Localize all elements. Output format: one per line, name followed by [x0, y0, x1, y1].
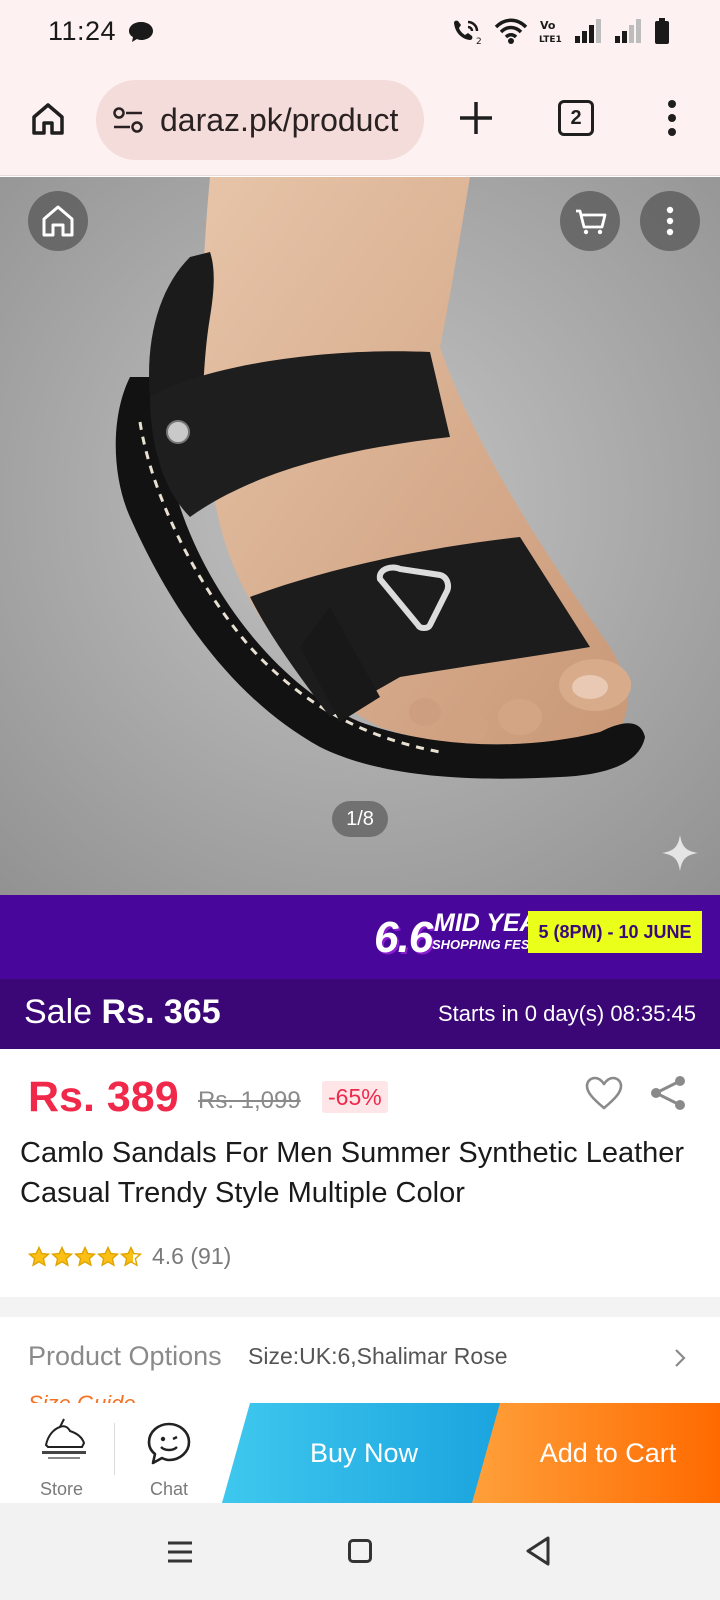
store-label[interactable]: Store — [40, 1479, 83, 1500]
battery-icon — [655, 18, 669, 44]
store-logo-icon[interactable] — [38, 1415, 90, 1463]
rating-value: 4.6 — [152, 1243, 184, 1269]
sale-label: Sale Rs. 365 — [24, 993, 221, 1032]
volte-icon: Vo LTE1 — [539, 19, 562, 45]
options-value: Size:UK:6,Shalimar Rose — [248, 1343, 508, 1369]
status-bar: 11:24 2 Vo LTE1 — [0, 0, 720, 64]
buy-now-button[interactable]: Buy Now — [222, 1403, 506, 1503]
plus-icon[interactable] — [456, 98, 496, 138]
current-price: Rs. 389 — [28, 1073, 179, 1121]
divider — [114, 1423, 115, 1475]
wifi-call-icon: 2 — [454, 20, 482, 45]
product-info: Rs. 389 Rs. 1,099 -65% Camlo Sandals For… — [0, 1049, 720, 1289]
menu-icon[interactable] — [166, 1539, 194, 1565]
share-icon[interactable] — [648, 1073, 688, 1113]
cart-icon — [576, 209, 607, 235]
browser-toolbar: daraz.pk/product 2 — [0, 64, 720, 176]
home-button[interactable] — [28, 191, 88, 251]
sale-countdown: Starts in 0 day(s) 08:35:45 — [437, 1001, 696, 1026]
star-icon — [120, 1245, 142, 1267]
promo-banner[interactable]: 6.6 MID YEAR SHOPPING FEST! 5 (8PM) - 10… — [0, 895, 720, 979]
signal-icon-1 — [575, 19, 601, 43]
section-divider — [0, 1297, 720, 1317]
square-icon[interactable] — [348, 1539, 372, 1563]
review-count: (91) — [190, 1243, 232, 1269]
svg-text:Vo: Vo — [540, 19, 556, 32]
flash-sale-strip: Sale Rs. 365 Starts in 0 day(s) 08:35:45 — [0, 979, 720, 1049]
status-time: 11:24 — [48, 16, 117, 46]
product-options-row[interactable]: Product Options Size:UK:6,Shalimar Rose … — [0, 1317, 720, 1407]
options-label: Product Options — [28, 1341, 222, 1371]
svg-text:2: 2 — [476, 37, 482, 45]
image-counter: 1/8 — [332, 801, 388, 837]
svg-text:LTE1: LTE1 — [539, 35, 562, 45]
sale-text: Sale — [24, 993, 93, 1031]
url-text[interactable]: daraz.pk/product — [160, 102, 398, 139]
promo-subtitle: SHOPPING FEST! — [432, 937, 542, 952]
chat-bubble-icon — [129, 22, 153, 42]
cart-button[interactable] — [560, 191, 620, 251]
back-icon[interactable] — [524, 1535, 552, 1567]
wifi-icon — [494, 18, 528, 44]
home-icon — [42, 205, 74, 237]
star-icon — [97, 1245, 119, 1267]
bottom-action-bar: Store Chat Buy Now Add to Cart — [0, 1403, 720, 1503]
product-photo — [0, 177, 720, 895]
sparkle-icon — [662, 835, 698, 871]
tune-icon[interactable] — [112, 106, 144, 134]
home-icon[interactable] — [28, 99, 68, 139]
star-icon — [28, 1245, 50, 1267]
more-vert-icon — [666, 206, 674, 236]
chat-icon[interactable] — [146, 1421, 192, 1467]
promo-date: 5 (8PM) - 10 JUNE — [528, 911, 702, 953]
original-price: Rs. 1,099 — [198, 1087, 301, 1114]
product-title: Camlo Sandals For Men Summer Synthetic L… — [20, 1137, 685, 1209]
rating-stars — [28, 1245, 142, 1268]
more-options-button[interactable] — [640, 191, 700, 251]
system-nav-bar — [0, 1503, 720, 1600]
promo-big: 6.6 — [374, 913, 433, 962]
chevron-right-icon — [675, 1349, 686, 1367]
add-to-cart-button[interactable]: Add to Cart — [472, 1403, 720, 1503]
chat-label[interactable]: Chat — [150, 1479, 188, 1500]
star-icon — [74, 1245, 96, 1267]
discount-badge: -65% — [322, 1081, 388, 1113]
product-image-gallery[interactable]: 1/8 — [0, 177, 720, 895]
more-vert-icon[interactable] — [660, 98, 684, 138]
tabs-icon[interactable]: 2 — [558, 100, 594, 136]
rating[interactable]: 4.6 (91) — [28, 1243, 231, 1270]
star-icon — [51, 1245, 73, 1267]
rating-text: 4.6 (91) — [152, 1243, 231, 1270]
status-icons: 2 Vo LTE1 — [450, 16, 670, 46]
page: 11:24 2 Vo LTE1 daraz.pk/product 2 1/8 6… — [0, 0, 720, 1600]
signal-icon-2 — [615, 19, 641, 43]
sale-price: Rs. 365 — [101, 993, 221, 1031]
heart-icon[interactable] — [584, 1075, 624, 1111]
address-bar[interactable]: daraz.pk/product — [96, 80, 424, 160]
